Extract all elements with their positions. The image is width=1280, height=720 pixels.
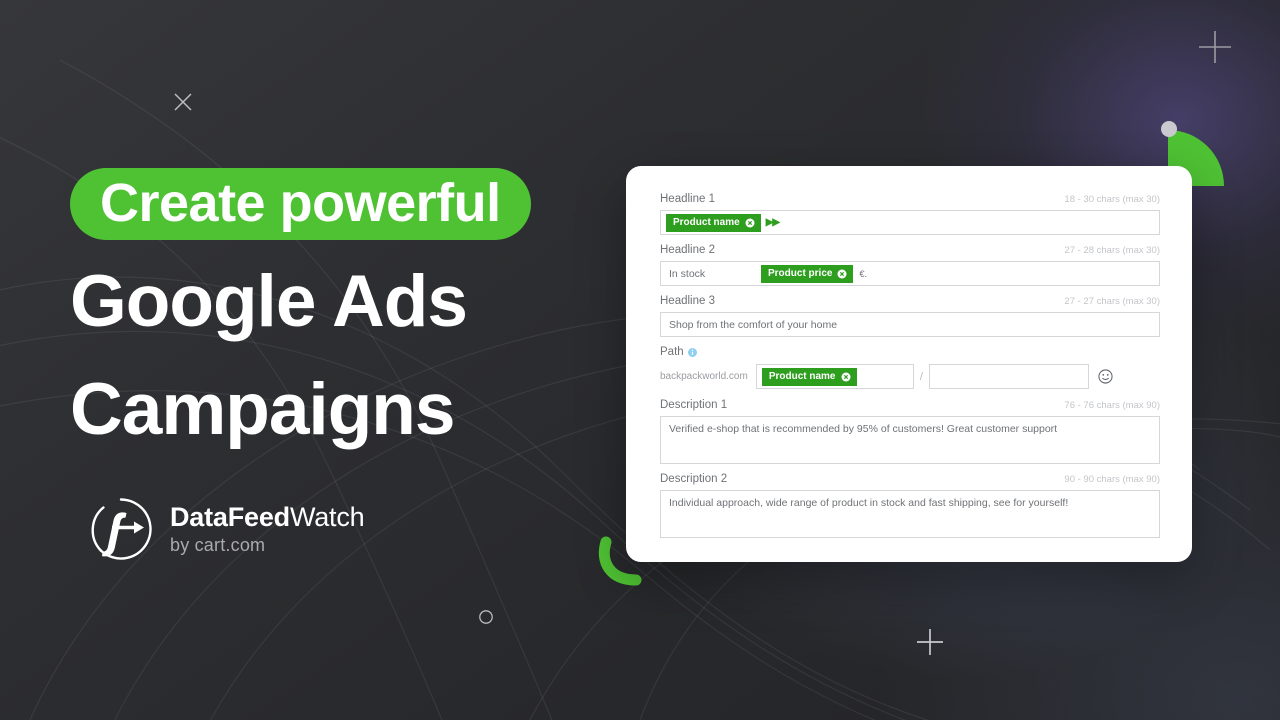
circle-outline-icon: [479, 610, 493, 624]
description-2-counter: 90 - 90 chars (max 90): [1064, 474, 1160, 485]
description-2-head: Description 2 90 - 90 chars (max 90): [660, 472, 1160, 487]
hero-headline-line2: Campaigns: [70, 369, 455, 450]
chip-remove-icon[interactable]: [841, 372, 851, 382]
grey-dot-decor: [1161, 121, 1177, 137]
hero-pill-text: Create powerful: [100, 173, 501, 233]
info-icon[interactable]: [687, 348, 697, 357]
headline-1-input[interactable]: Product name ▶▶: [660, 210, 1160, 235]
chip-label: Product price: [768, 267, 833, 279]
promo-banner: Create powerful Google Ads Campaigns Dat…: [0, 0, 1280, 720]
headline-3-input[interactable]: Shop from the comfort of your home: [660, 312, 1160, 337]
description-1-label: Description 1: [660, 399, 728, 411]
plus-icon: [1199, 31, 1231, 63]
path-row: backpackworld.com Product name /: [660, 364, 1160, 389]
description-1-head: Description 1 76 - 76 chars (max 90): [660, 398, 1160, 413]
google-ads-form-card: Headline 1 18 - 30 chars (max 30) Produc…: [626, 166, 1192, 562]
logo-name-bold: DataFeed: [170, 502, 290, 532]
path-input-1[interactable]: Product name: [755, 364, 914, 389]
path-domain: backpackworld.com: [660, 371, 748, 382]
token-chip-product-name[interactable]: Product name: [761, 367, 857, 386]
headline-3-counter: 27 - 27 chars (max 30): [1064, 296, 1160, 307]
description-2-value: Individual approach, wide range of produ…: [669, 497, 1069, 509]
token-chip-product-price[interactable]: Product price: [761, 264, 854, 283]
headline-1-label: Headline 1: [660, 193, 715, 205]
logo-name-light: Watch: [289, 502, 365, 532]
logo-tagline: by cart.com: [170, 535, 266, 555]
description-1-value: Verified e-shop that is recommended by 9…: [669, 423, 1058, 435]
token-chip-product-name[interactable]: Product name: [666, 213, 761, 232]
hero-headline-line1: Google Ads: [70, 261, 468, 342]
smiley-icon[interactable]: [1098, 369, 1113, 384]
chip-label: Product name: [673, 216, 740, 228]
path-head: Path: [660, 345, 1160, 360]
headline-3-value: Shop from the comfort of your home: [669, 318, 838, 331]
headline-2-text: In stock: [669, 267, 706, 280]
chip-remove-icon[interactable]: [745, 218, 755, 228]
hero-copy: Create powerful Google Ads Campaigns: [70, 168, 630, 456]
path-separator: /: [919, 370, 923, 383]
plus-icon: [917, 629, 943, 655]
chip-label: Product name: [768, 370, 836, 382]
description-2-input[interactable]: Individual approach, wide range of produ…: [660, 490, 1160, 538]
hero-pill: Create powerful: [70, 168, 531, 240]
close-x-icon: [174, 93, 192, 111]
headline-3-head: Headline 3 27 - 27 chars (max 30): [660, 294, 1160, 309]
headline-2-input[interactable]: In stock Product price €.: [660, 261, 1160, 286]
description-1-counter: 76 - 76 chars (max 90): [1064, 400, 1160, 411]
chip-next-arrows-icon[interactable]: ▶▶: [766, 217, 780, 228]
headline-2-head: Headline 2 27 - 28 chars (max 30): [660, 243, 1160, 258]
headline-1-counter: 18 - 30 chars (max 30): [1064, 194, 1160, 205]
headline-2-label: Headline 2: [660, 244, 715, 256]
datafeedwatch-logo: DataFeedWatch by cart.com: [88, 496, 365, 562]
headline-2-suffix: €.: [859, 268, 867, 279]
description-1-input[interactable]: Verified e-shop that is recommended by 9…: [660, 416, 1160, 464]
path-label: Path: [660, 346, 684, 358]
headline-3-label: Headline 3: [660, 295, 715, 307]
chip-remove-icon[interactable]: [837, 269, 847, 279]
headline-1-head: Headline 1 18 - 30 chars (max 30): [660, 192, 1160, 207]
path-input-2[interactable]: [928, 364, 1089, 389]
description-2-label: Description 2: [660, 473, 728, 485]
headline-2-counter: 27 - 28 chars (max 30): [1064, 245, 1160, 256]
f-arrow-circle-icon: [91, 498, 152, 560]
logo-name: DataFeedWatch: [170, 502, 365, 532]
